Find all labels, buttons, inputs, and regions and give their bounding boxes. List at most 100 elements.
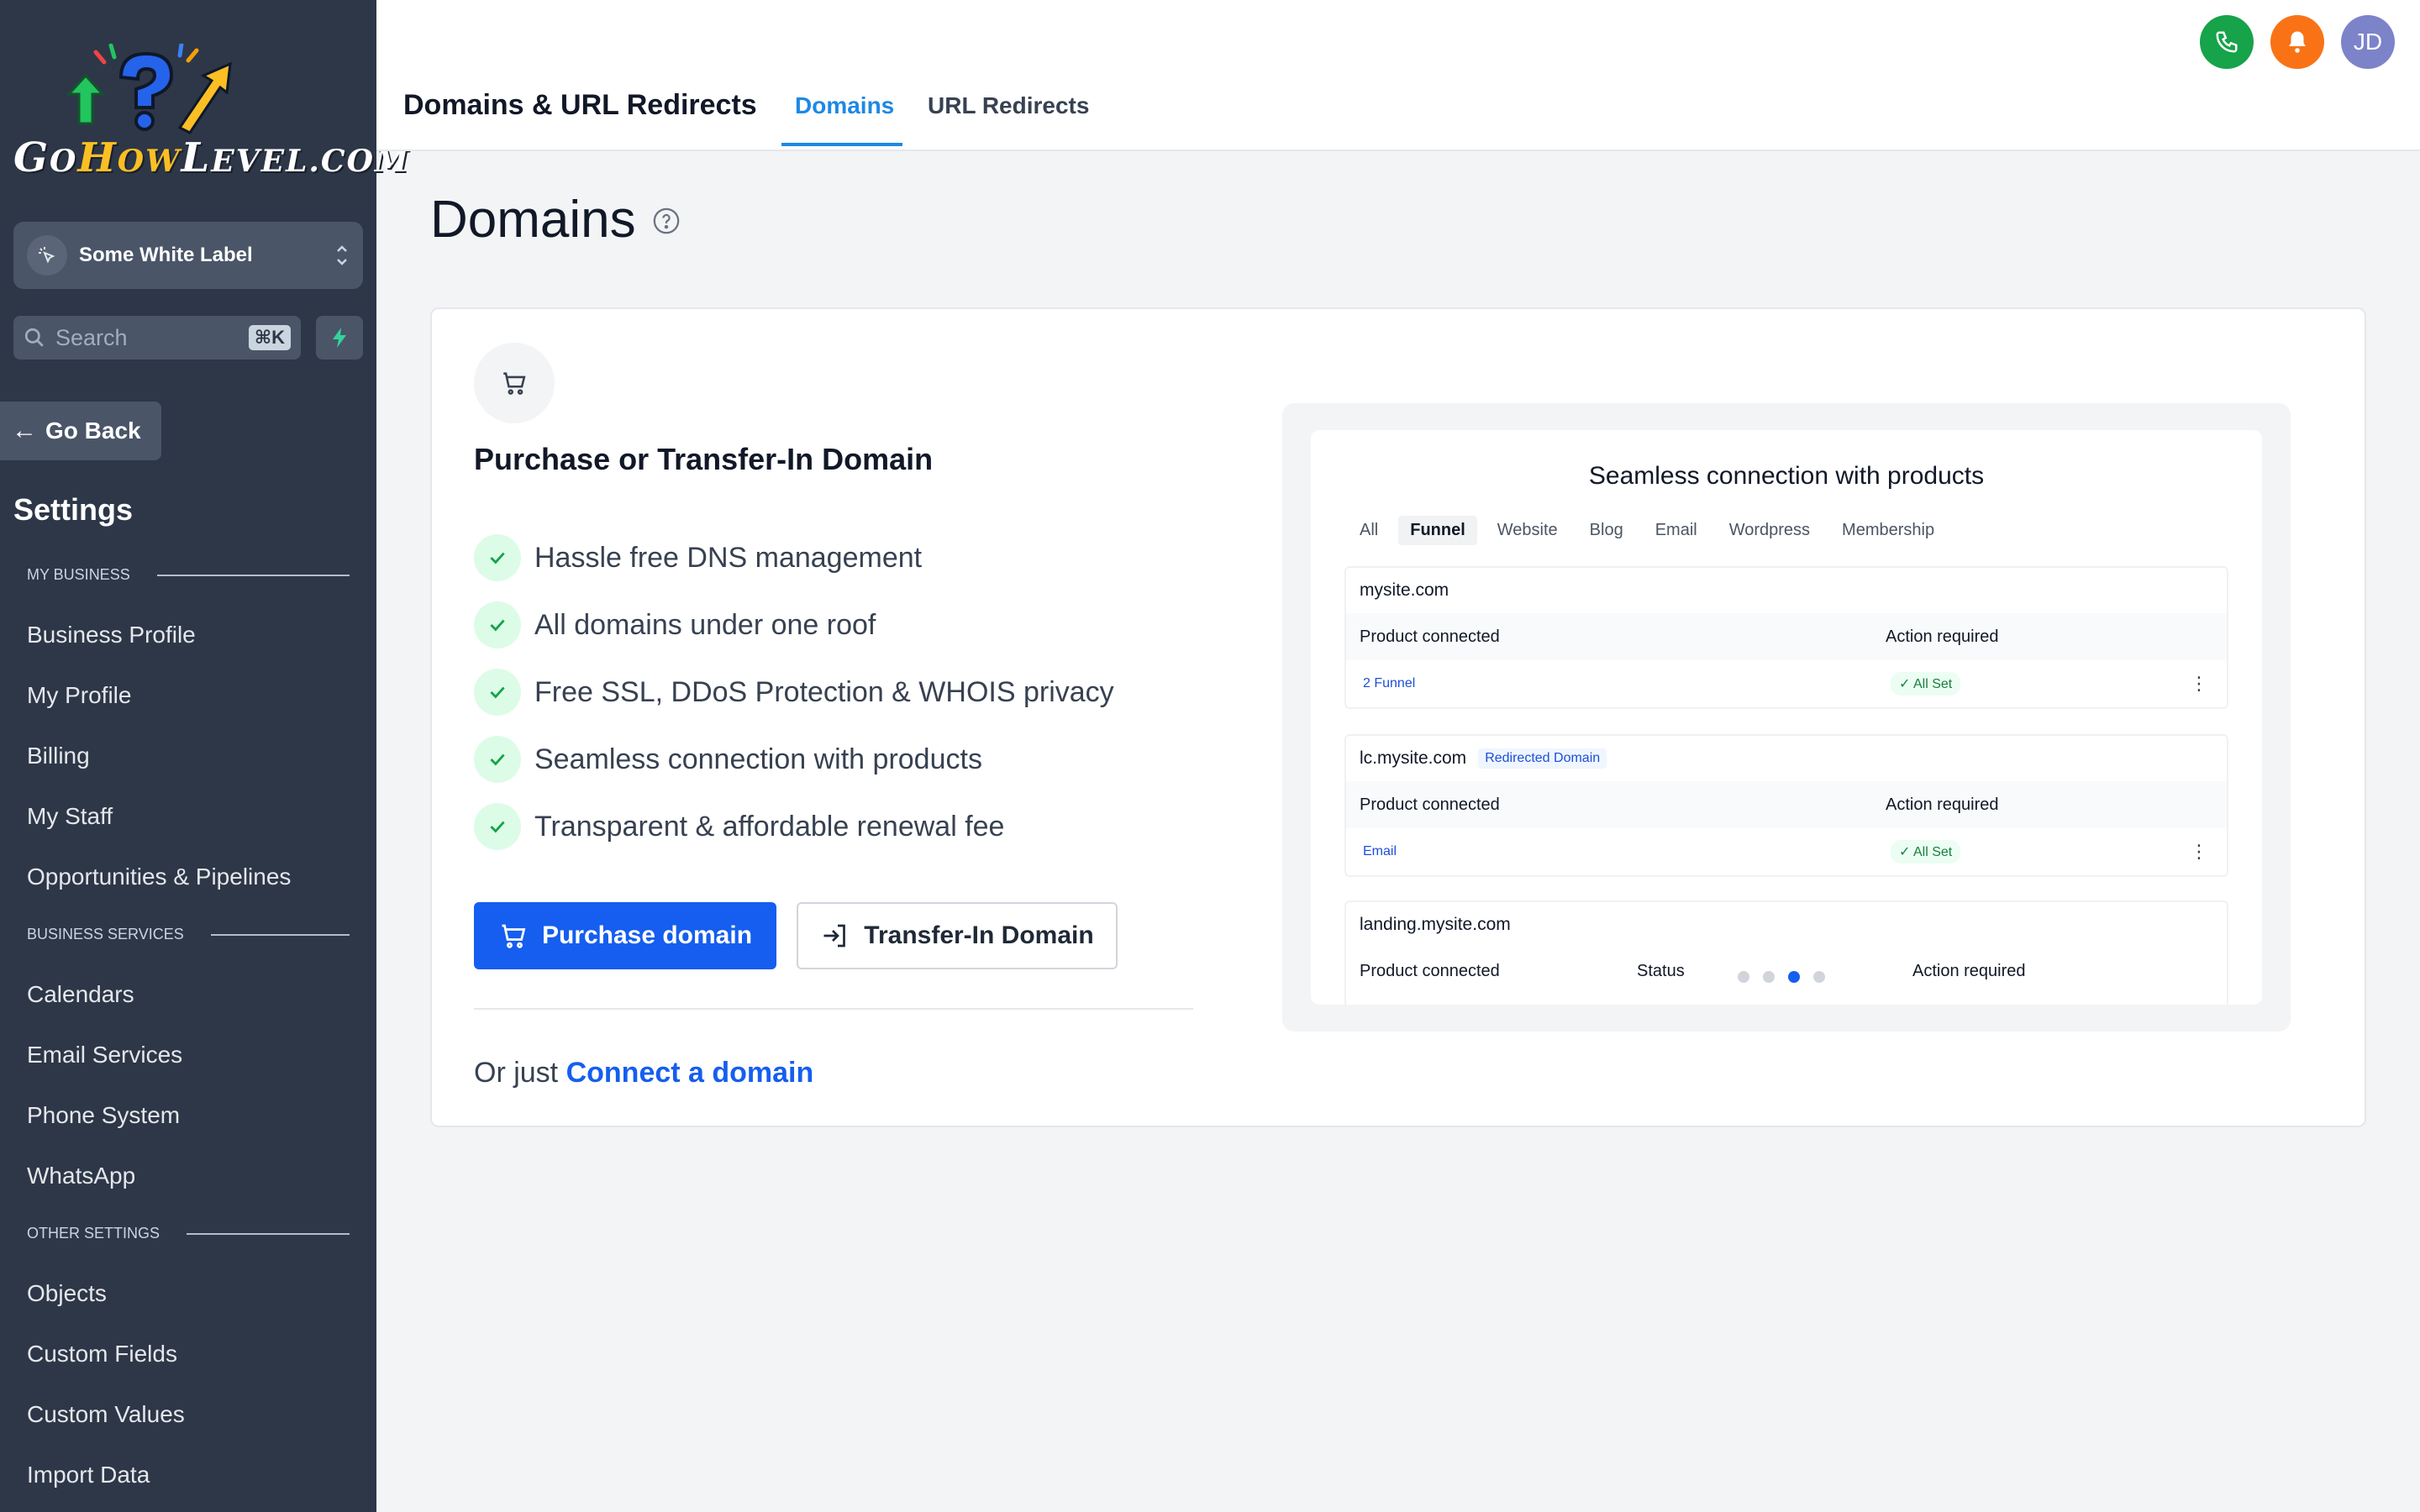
settings-title: Settings [13, 492, 134, 527]
location-name: Some White Label [79, 244, 253, 266]
feature-text: Free SSL, DDoS Protection & WHOIS privac… [534, 675, 1114, 708]
sidebar-item-custom-fields[interactable]: Custom Fields [27, 1341, 177, 1368]
purchase-domain-button[interactable]: Purchase domain [474, 902, 776, 969]
sidebar-item-billing[interactable]: Billing [27, 743, 90, 769]
preview-tab-all: All [1360, 521, 1379, 539]
kebab-menu-icon: ⋮ [2190, 841, 2208, 862]
feature-item: All domains under one roof [474, 601, 876, 648]
preview-tabs: All Funnel Website Blog Email Wordpress … [1348, 516, 1954, 545]
lightning-icon [333, 328, 346, 348]
action-required-header: Action required [1886, 627, 1999, 646]
preview-table-head: Product connected Action required [1346, 781, 2227, 828]
search-placeholder: Search [55, 324, 128, 350]
carousel-dot[interactable] [1813, 971, 1825, 983]
preview-row: Email ✓ All Set ⋮ [1346, 828, 2227, 875]
purchase-domain-label: Purchase domain [541, 921, 753, 949]
all-set-badge: ✓ All Set [1891, 840, 1961, 864]
tab-url-redirects[interactable]: URL Redirects [928, 92, 1089, 119]
action-required-header: Action required [1886, 795, 1999, 814]
preview-tab-membership: Membership [1842, 521, 1935, 539]
location-switcher[interactable]: Some White Label [13, 222, 363, 289]
carousel-dot[interactable] [1763, 971, 1775, 983]
product-link: Email [1363, 844, 1397, 858]
logo-graphic [66, 44, 232, 134]
section-business-services: BUSINESS SERVICES [27, 926, 350, 943]
feature-text: All domains under one roof [534, 608, 876, 641]
carousel-dot[interactable] [1738, 971, 1749, 983]
section-divider [187, 1232, 350, 1235]
preview-panel: Seamless connection with products All Fu… [1311, 430, 2262, 1005]
sign-in-icon [820, 921, 850, 951]
check-icon [474, 803, 521, 850]
preview-domain: mysite.com [1360, 580, 1449, 600]
logo-text: GOHOWLEVEL.COM [13, 134, 410, 181]
check-icon [474, 601, 521, 648]
feature-item: Hassle free DNS management [474, 534, 922, 581]
search-shortcut: ⌘K [248, 325, 291, 350]
kebab-menu-icon: ⋮ [2190, 673, 2208, 694]
sidebar-item-objects[interactable]: Objects [27, 1280, 107, 1307]
preview-table-head: Product connected Action required [1346, 613, 2227, 660]
product-connected-header: Product connected [1360, 795, 1500, 814]
sidebar-item-import-data[interactable]: Import Data [27, 1462, 150, 1488]
section-label: MY BUSINESS [27, 566, 130, 583]
help-circle-icon[interactable] [652, 207, 681, 239]
domain-card: Purchase or Transfer-In Domain Hassle fr… [430, 307, 2366, 1127]
sidebar-item-calendars[interactable]: Calendars [27, 981, 134, 1008]
sidebar-item-email-services[interactable]: Email Services [27, 1042, 182, 1068]
active-tab-indicator [781, 143, 902, 146]
section-divider [156, 574, 350, 576]
search-icon [24, 328, 44, 347]
shopping-cart-icon [498, 921, 529, 951]
go-back-label: Go Back [45, 417, 141, 444]
chevron-updown-icon [334, 243, 350, 268]
sidebar-item-phone-system[interactable]: Phone System [27, 1102, 180, 1129]
connect-domain-link[interactable]: Connect a domain [566, 1057, 814, 1089]
sidebar-item-whatsapp[interactable]: WhatsApp [27, 1163, 135, 1189]
product-connected-header: Product connected [1360, 627, 1500, 646]
user-avatar[interactable]: JD [2341, 15, 2395, 69]
quick-actions-button[interactable] [316, 316, 363, 360]
go-back-button[interactable]: ← Go Back [0, 402, 161, 460]
all-set-label: All Set [1912, 845, 1953, 859]
transfer-domain-label: Transfer-In Domain [864, 921, 1094, 949]
sidebar-item-custom-values[interactable]: Custom Values [27, 1401, 185, 1428]
phone-icon [2216, 31, 2238, 53]
redirected-badge: Redirected Domain [1478, 748, 1607, 769]
carousel-dot-active[interactable] [1788, 971, 1800, 983]
feature-item: Free SSL, DDoS Protection & WHOIS privac… [474, 669, 1114, 716]
preview-tab-blog: Blog [1589, 521, 1623, 539]
pointer-click-icon [27, 235, 67, 276]
company-logo[interactable]: GOHOWLEVEL.COM [12, 44, 408, 186]
phone-button[interactable] [2200, 15, 2254, 69]
sidebar-item-business-profile[interactable]: Business Profile [27, 622, 196, 648]
preview-row: 2 Funnel ✓ All Set ⋮ [1346, 660, 2227, 707]
transfer-domain-button[interactable]: Transfer-In Domain [797, 902, 1118, 969]
sidebar-item-opportunities[interactable]: Opportunities & Pipelines [27, 864, 291, 890]
preview-domain: landing.mysite.com [1360, 915, 1511, 934]
feature-text: Seamless connection with products [534, 743, 982, 775]
page-title: Domains [430, 191, 636, 249]
check-icon [474, 736, 521, 783]
bell-icon [2289, 31, 2306, 53]
product-link: 2 Funnel [1363, 676, 1416, 690]
shopping-cart-icon [503, 372, 526, 395]
card-heading: Purchase or Transfer-In Domain [474, 442, 934, 476]
sidebar: GOHOWLEVEL.COM Some White Label Search ⌘… [0, 0, 408, 1512]
carousel-dots [1738, 971, 1825, 983]
divider [474, 1008, 1193, 1010]
section-my-business: MY BUSINESS [27, 566, 350, 584]
check-icon [474, 669, 521, 716]
sidebar-item-my-profile[interactable]: My Profile [27, 682, 131, 709]
all-set-badge: ✓ All Set [1891, 672, 1961, 696]
feature-item: Transparent & affordable renewal fee [474, 803, 1004, 850]
sidebar-item-my-staff[interactable]: My Staff [27, 803, 113, 830]
tab-domains[interactable]: Domains [795, 92, 894, 119]
preview-tab-wordpress: Wordpress [1728, 521, 1811, 539]
preview-title: Seamless connection with products [1588, 462, 1985, 490]
feature-item: Seamless connection with products [474, 736, 982, 783]
notifications-button[interactable] [2270, 15, 2324, 69]
search-input[interactable]: Search ⌘K [13, 316, 301, 360]
preview-tab-funnel: Funnel [1398, 516, 1477, 545]
feature-text: Transparent & affordable renewal fee [534, 810, 1005, 843]
